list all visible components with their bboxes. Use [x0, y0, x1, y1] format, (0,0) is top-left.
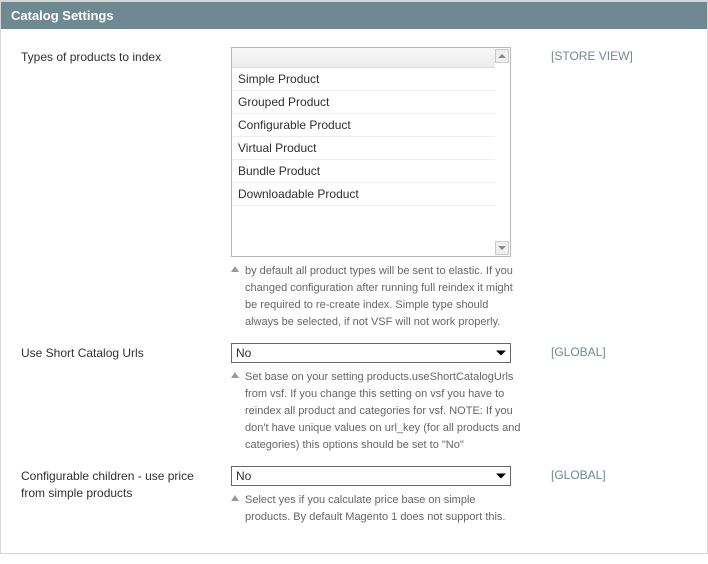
types-to-index-multiselect[interactable]: Simple Product Grouped Product Configura… — [231, 47, 511, 257]
multiselect-option[interactable]: Grouped Product — [232, 91, 495, 114]
multiselect-option[interactable]: Virtual Product — [232, 137, 495, 160]
field-label: Configurable children - use price from s… — [21, 466, 231, 502]
hint-text: Set base on your setting products.useSho… — [245, 369, 521, 454]
hint-text: by default all product types will be sen… — [245, 263, 521, 331]
triangle-up-icon — [231, 266, 239, 272]
field-label: Types of products to index — [21, 47, 231, 66]
scope-label: [STORE VIEW] — [521, 47, 687, 63]
multiselect-option[interactable]: Downloadable Product — [232, 183, 495, 206]
triangle-up-icon — [498, 54, 506, 58]
panel-body: Types of products to index Simple Produc… — [1, 29, 707, 553]
field-short-catalog-urls: Use Short Catalog Urls No Set base on yo… — [21, 337, 687, 460]
multiselect-option[interactable]: Bundle Product — [232, 160, 495, 183]
multiselect-option[interactable]: Simple Product — [232, 68, 495, 91]
scroll-up-button[interactable] — [495, 49, 509, 63]
select-value: No — [236, 346, 251, 360]
field-hint: Select yes if you calculate price base o… — [231, 492, 521, 526]
short-catalog-urls-select[interactable]: No — [231, 343, 511, 363]
multiselect-option[interactable]: Configurable Product — [232, 114, 495, 137]
chevron-down-icon — [496, 474, 506, 479]
field-label: Use Short Catalog Urls — [21, 343, 231, 362]
field-types-to-index: Types of products to index Simple Produc… — [21, 41, 687, 337]
multiselect-blank-option[interactable] — [232, 48, 495, 68]
catalog-settings-panel: Catalog Settings Types of products to in… — [0, 0, 708, 554]
scope-label: [GLOBAL] — [521, 343, 687, 359]
configurable-children-price-select[interactable]: No — [231, 466, 511, 486]
triangle-down-icon — [498, 246, 506, 250]
field-hint: by default all product types will be sen… — [231, 263, 521, 331]
scope-label: [GLOBAL] — [521, 466, 687, 482]
panel-title: Catalog Settings — [1, 1, 707, 29]
field-hint: Set base on your setting products.useSho… — [231, 369, 521, 454]
hint-text: Select yes if you calculate price base o… — [245, 492, 521, 526]
select-value: No — [236, 469, 251, 483]
chevron-down-icon — [496, 351, 506, 356]
triangle-up-icon — [231, 372, 239, 378]
scroll-down-button[interactable] — [495, 241, 509, 255]
triangle-up-icon — [231, 495, 239, 501]
field-configurable-children-price: Configurable children - use price from s… — [21, 460, 687, 532]
